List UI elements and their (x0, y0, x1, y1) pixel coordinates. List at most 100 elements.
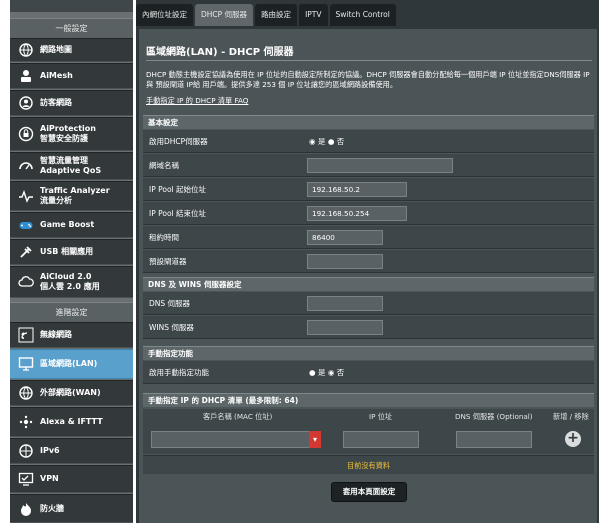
ip-pool-end-label: IP Pool 結束位址 (149, 209, 207, 218)
sidebar-item-usb[interactable]: USB 相關應用 (10, 239, 133, 265)
smart-home-icon (18, 414, 34, 430)
pulse-icon (18, 188, 34, 204)
dns-server-label: DNS 伺服器 (149, 299, 191, 308)
sidebar-item-label: 區域網路(LAN) (40, 359, 98, 368)
radio-yes-label: 是 (317, 368, 326, 377)
speedometer-icon (18, 158, 34, 174)
sidebar-item-label: IPv6 (40, 446, 60, 455)
tab-dhcp-server[interactable]: DHCP 伺服器 (195, 4, 254, 26)
row-enable-dhcp: 啟用DHCP伺服器 ◉ 是 ● 否 (143, 130, 594, 153)
ip-pool-end-input[interactable]: 192.168.50.254 (307, 206, 407, 221)
radio-no-selected-icon[interactable]: ◉ (328, 368, 335, 377)
radio-no-icon[interactable]: ● (328, 137, 335, 146)
enable-manual-label: 啟用手動指定功能 (149, 368, 209, 377)
sidebar-item-aiprotection[interactable]: AiProtection 智慧安全防護 (10, 117, 133, 151)
radio-yes-icon[interactable]: ● (309, 368, 316, 377)
sidebar-item-aimesh[interactable]: AiMesh (10, 63, 133, 89)
no-data-message: 目前沒有資料 (143, 455, 594, 474)
firewall-icon (18, 501, 34, 517)
sidebar-item-traffic-analyzer[interactable]: Traffic Analyzer 流量分析 (10, 181, 133, 211)
sidebar-item-label: AiProtection (40, 124, 96, 133)
row-lease-time: 租約時間 86400 (143, 226, 594, 249)
domain-name-input[interactable] (307, 158, 453, 173)
page-title: 區域網路(LAN) - DHCP 伺服器 (146, 47, 294, 58)
radio-no-label: 否 (336, 137, 345, 146)
section-manual-assignment: 手動指定功能 (143, 346, 594, 360)
sidebar-item-aicloud[interactable]: AiCloud 2.0 個人雲 2.0 應用 (10, 266, 133, 298)
ip-pool-start-input[interactable]: 192.168.50.2 (307, 182, 407, 197)
manual-list-column-headers: 客戶名稱 (MAC 位址) IP 位址 DNS 伺服器 (Optional) 新… (143, 409, 594, 425)
dropdown-arrow-icon[interactable]: ▾ (309, 431, 321, 448)
col-client-name: 客戶名稱 (MAC 位址) (203, 412, 273, 421)
manual-dns-input[interactable] (456, 431, 532, 448)
sidebar-item-label: 外部網路(WAN) (40, 388, 101, 397)
tab-switch-control[interactable]: Switch Control (329, 4, 396, 26)
sidebar-item-wan[interactable]: 外部網路(WAN) (10, 380, 133, 406)
sidebar-item-guest-network[interactable]: 訪客網路 (10, 90, 133, 116)
wins-server-input[interactable] (307, 320, 383, 335)
sidebar-item-wireless[interactable]: 無線網路 (10, 322, 133, 348)
lease-time-input[interactable]: 86400 (307, 230, 383, 245)
client-mac-select[interactable] (151, 431, 315, 448)
manual-ip-input[interactable] (343, 431, 419, 448)
sidebar-header-advanced: 進階設定 (10, 302, 133, 322)
row-domain-name: 網域名稱 (143, 154, 594, 177)
sidebar-item-label: 防火牆 (40, 503, 64, 513)
sidebar-item-sublabel: 流量分析 (40, 196, 72, 205)
tab-lan-ip[interactable]: 內網位址設定 (136, 4, 193, 26)
sidebar-item-lan[interactable]: 區域網路(LAN) (10, 349, 133, 379)
row-default-gateway: 預設閘道器 (143, 250, 594, 273)
tab-route[interactable]: 路由設定 (255, 4, 298, 26)
domain-name-label: 網域名稱 (149, 161, 179, 170)
tab-iptv[interactable]: IPTV (299, 4, 328, 26)
globe-icon (18, 385, 34, 401)
ip-pool-start-label: IP Pool 起始位址 (149, 185, 207, 194)
col-dns-server: DNS 伺服器 (Optional) (455, 412, 533, 421)
apply-button[interactable]: 套用本頁面設定 (331, 482, 407, 502)
sidebar-item-vpn[interactable]: VPN (10, 465, 133, 493)
radio-no-label: 否 (336, 368, 345, 377)
enable-dhcp-radios: ◉ 是 ● 否 (309, 130, 344, 153)
faq-link[interactable]: 手動指定 IP 的 DHCP 清單 FAQ (146, 96, 248, 106)
sidebar-item-label: Traffic Analyzer (40, 186, 110, 195)
manual-list-input-row: ▾ + (143, 425, 594, 454)
sidebar-item-label: Alexa & IFTTT (40, 417, 103, 426)
vpn-icon (18, 471, 34, 487)
sidebar-item-label: AiCloud 2.0 (40, 272, 92, 281)
sidebar-item-alexa-ifttt[interactable]: Alexa & IFTTT (10, 407, 133, 437)
section-basic-config: 基本設定 (143, 115, 594, 129)
radio-yes-label: 是 (317, 137, 326, 146)
shield-icon (18, 126, 34, 142)
wifi-icon (18, 327, 34, 343)
section-manual-list: 手動指定 IP 的 DHCP 清單 (最多限制: 64) (143, 393, 594, 407)
sidebar-item-label: 網路地圖 (40, 45, 72, 54)
sidebar-item-firewall[interactable]: 防火牆 (10, 494, 133, 523)
title-divider (146, 60, 592, 61)
usb-icon (18, 244, 34, 260)
sidebar-item-sublabel: 智慧安全防護 (40, 134, 88, 143)
sidebar-item-sublabel: 個人雲 2.0 應用 (40, 282, 100, 291)
sidebar-item-game-boost[interactable]: Game Boost (10, 212, 133, 238)
sidebar-item-adaptive-qos[interactable]: 智慧流量管理 Adaptive QoS (10, 152, 133, 180)
sidebar-item-label: USB 相關應用 (40, 247, 94, 256)
default-gateway-label: 預設閘道器 (149, 257, 187, 266)
dns-server-input[interactable] (307, 296, 383, 311)
sidebar-item-label: Game Boost (40, 220, 95, 229)
sidebar-header-general: 一般設定 (10, 18, 133, 38)
page-description: DHCP 動態主機設定協議為使用在 IP 位址的自動設定所制定的協議。DHCP … (146, 70, 590, 89)
col-add-remove: 新增 / 移除 (553, 412, 589, 421)
sidebar-item-ipv6[interactable]: IPv6 (10, 438, 133, 464)
radio-yes-selected-icon[interactable]: ◉ (309, 137, 316, 146)
gamepad-icon (18, 217, 34, 233)
sidebar-item-label: 訪客網路 (40, 98, 72, 107)
sidebar-item-label: VPN (40, 474, 59, 483)
row-dns-server: DNS 伺服器 (143, 292, 594, 315)
row-enable-manual: 啟用手動指定功能 ● 是 ◉ 否 (143, 361, 594, 384)
sidebar-item-network-map[interactable]: 網路地圖 (10, 38, 133, 62)
guest-network-icon (18, 95, 34, 111)
tab-bar: 內網位址設定 DHCP 伺服器 路由設定 IPTV Switch Control (136, 4, 398, 26)
cloud-icon (18, 274, 34, 290)
add-icon[interactable]: + (565, 431, 581, 447)
sidebar-item-label: 無線網路 (40, 330, 72, 339)
default-gateway-input[interactable] (307, 254, 383, 269)
